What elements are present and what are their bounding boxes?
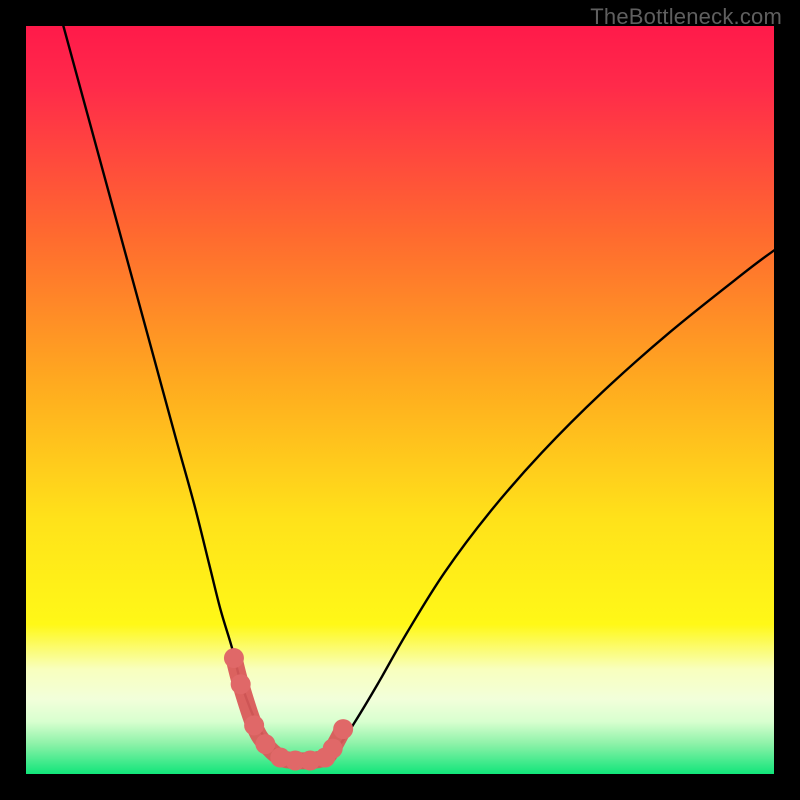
marker-point	[231, 674, 251, 694]
marker-point	[323, 739, 343, 759]
marker-point	[224, 648, 244, 668]
marker-point	[244, 715, 264, 735]
gradient-background	[26, 26, 774, 774]
marker-point	[255, 734, 275, 754]
marker-point	[333, 719, 353, 739]
chart-svg	[26, 26, 774, 774]
watermark-text: TheBottleneck.com	[590, 4, 782, 30]
chart-frame: TheBottleneck.com	[0, 0, 800, 800]
plot-area	[26, 26, 774, 774]
